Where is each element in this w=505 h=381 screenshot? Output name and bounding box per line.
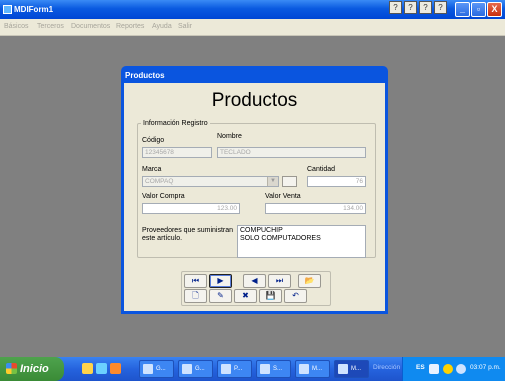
help-icon-3[interactable]: ? [419,1,432,14]
app-icon [3,5,12,14]
valor-venta-field[interactable]: 134.00 [265,203,366,214]
chevron-down-icon[interactable]: ▼ [267,177,278,186]
title-bar[interactable]: MDIForm1 ? ? ? ? _ ▫ X [0,0,505,19]
taskbar-item[interactable]: P... [217,360,252,378]
marca-value: COMPAQ [145,178,174,185]
menu-documentos[interactable]: Documentos [71,23,110,30]
restore-button[interactable]: ▫ [471,2,486,17]
undo-record-button[interactable]: ↶ [284,289,307,303]
marca-label: Marca [142,166,162,173]
next-record-button[interactable]: ▶ [209,274,232,288]
delete-record-button[interactable]: ✖ [234,289,257,303]
task-label: M... [312,366,322,372]
quicklaunch-icon-3[interactable] [110,363,121,374]
task-icon [143,364,153,374]
clock: 03:07 p.m. [470,364,501,371]
help-icon-1[interactable]: ? [389,1,402,14]
volume-tray-icon[interactable] [456,364,466,374]
quicklaunch-icon-2[interactable] [96,363,107,374]
cantidad-field[interactable]: 76 [307,176,366,187]
dialog-body: Productos Información Registro Código 12… [124,83,385,311]
marca-extra-button[interactable] [282,176,297,187]
valor-compra-label: Valor Compra [142,193,185,200]
menu-salir[interactable]: Salir [178,23,192,30]
dialog-title[interactable]: Productos [125,71,165,80]
previous-record-button[interactable]: ◀ [243,274,266,288]
taskbar: Inicio G... G... P... S... M... M... Dir… [0,357,505,381]
save-record-button[interactable]: 💾 [259,289,282,303]
window-title: MDIForm1 [14,5,54,14]
group-label: Información Registro [141,120,210,127]
first-record-button[interactable]: ⏮ [184,274,207,288]
nombre-field[interactable]: TECLADO [217,147,366,158]
task-label: P... [234,366,243,372]
address-label[interactable]: Dirección [373,364,400,371]
edit-record-button[interactable]: ✎ [209,289,232,303]
navigation-panel: ⏮ ▶ ◀ ⏭ 📂 🗋 ✎ ✖ 💾 ↶ [181,271,331,306]
system-tray: ES 03:07 p.m. [402,357,505,381]
menu-terceros[interactable]: Terceros [37,23,64,30]
task-icon [221,364,231,374]
open-folder-icon[interactable]: 📂 [298,274,321,288]
help-icon-4[interactable]: ? [434,1,447,14]
windows-flag-icon [6,363,17,374]
taskbar-item[interactable]: S... [256,360,291,378]
new-record-button[interactable]: 🗋 [184,289,207,303]
task-label: G... [156,366,166,372]
task-icon [260,364,270,374]
marca-combo[interactable]: COMPAQ ▼ [142,176,279,187]
taskbar-item[interactable]: G... [178,360,213,378]
quicklaunch-icon-1[interactable] [82,363,93,374]
task-icon [338,364,348,374]
start-button[interactable]: Inicio [0,357,64,381]
help-tray-icon[interactable] [429,364,439,374]
codigo-label: Código [142,137,165,144]
list-item[interactable]: COMPUCHIP [240,227,363,235]
task-icon [182,364,192,374]
productos-dialog: Productos Productos Información Registro… [121,66,388,314]
taskbar-item[interactable]: G... [139,360,174,378]
network-tray-icon[interactable] [443,364,453,374]
task-label: G... [195,366,205,372]
menu-basicos[interactable]: Básicos [4,23,29,30]
cantidad-label: Cantidad [307,166,336,173]
menu-ayuda[interactable]: Ayuda [152,23,172,30]
help-icon-2[interactable]: ? [404,1,417,14]
taskbar-item[interactable]: M... [334,360,369,378]
proveedores-label: Proveedores que suministran este artícul… [142,227,234,242]
language-indicator[interactable]: ES [416,364,425,371]
task-label: M... [351,366,361,372]
form-heading: Productos [211,90,298,111]
minimize-button[interactable]: _ [455,2,470,17]
menu-reportes[interactable]: Reportes [116,23,144,30]
last-record-button[interactable]: ⏭ [268,274,291,288]
close-button[interactable]: X [487,2,502,17]
task-icon [299,364,309,374]
task-label: S... [273,366,283,372]
menu-bar: Básicos Terceros Documentos Reportes Ayu… [0,19,505,36]
mdi-parent-window: MDIForm1 ? ? ? ? _ ▫ X Básicos Terceros … [0,0,505,357]
valor-compra-field[interactable]: 123.00 [142,203,240,214]
taskbar-item[interactable]: M... [295,360,330,378]
list-item[interactable]: SOLO COMPUTADORES [240,235,363,243]
proveedores-list[interactable]: COMPUCHIP SOLO COMPUTADORES [237,225,366,258]
codigo-field[interactable]: 12345678 [142,147,212,158]
start-label: Inicio [20,363,49,375]
nombre-label: Nombre [217,133,242,140]
valor-venta-label: Valor Venta [265,193,301,200]
